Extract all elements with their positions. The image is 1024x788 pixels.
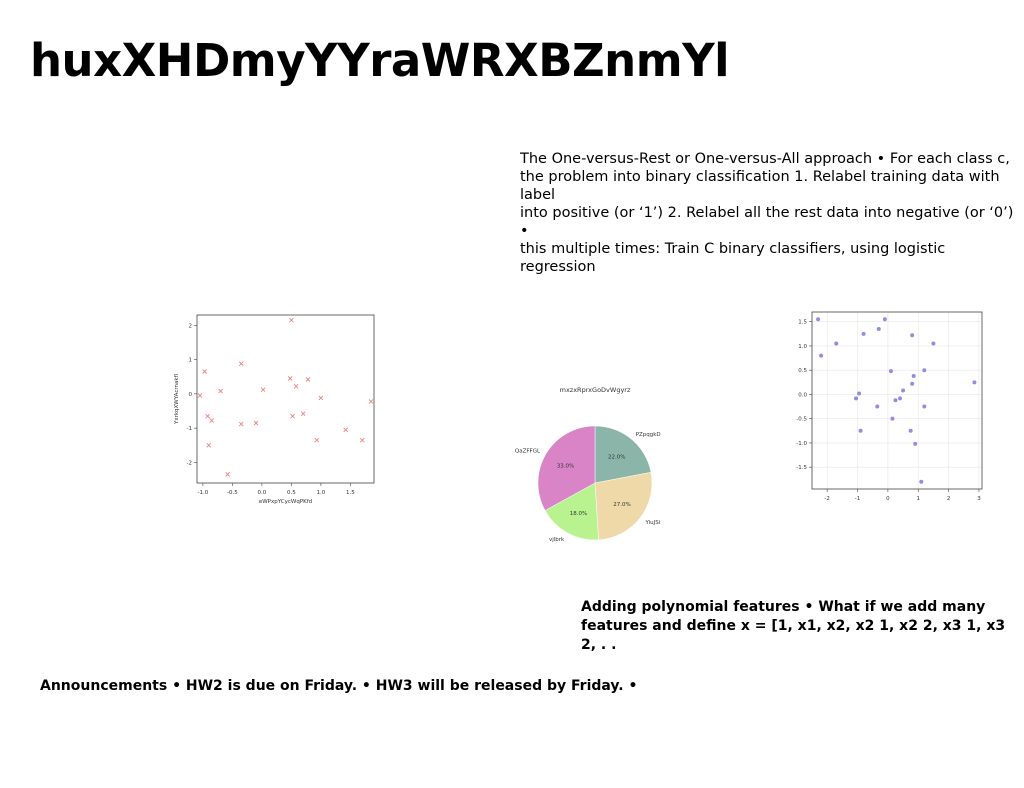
data-point	[919, 479, 924, 484]
pie-percent-label: 27.0%	[613, 502, 630, 508]
x-axis-label: eWPxpYCycWqPKfd	[259, 499, 312, 505]
pie-percent-label: 22.0%	[608, 455, 625, 461]
data-point	[910, 381, 915, 386]
data-point	[922, 368, 927, 373]
y-axis-label: YxrkqXWYAcrnakfl	[174, 374, 180, 425]
slide-title: huxXHDmyYYraWRXBZnmYl	[30, 34, 730, 87]
x-tick-label: 2	[947, 496, 951, 502]
description-paragraph: The One-versus-Rest or One-versus-All ap…	[520, 151, 1014, 275]
data-point	[287, 376, 293, 381]
x-tick-label: -1.0	[198, 490, 209, 496]
data-point	[819, 353, 824, 358]
data-point	[910, 333, 915, 338]
data-point	[293, 383, 299, 389]
data-point	[888, 369, 893, 374]
y-tick-label: 1.5	[798, 320, 807, 326]
x-tick-label: 3	[977, 496, 981, 502]
data-point	[305, 377, 311, 382]
x-tick-label: 0	[886, 496, 890, 502]
data-point	[206, 442, 212, 448]
data-point	[908, 428, 913, 433]
data-point	[197, 393, 203, 398]
y-tick-label: -1.0	[796, 441, 807, 447]
data-point	[913, 441, 918, 446]
y-tick-label: 1.0	[798, 344, 807, 350]
x-tick-label: -1	[855, 496, 860, 502]
pie-title: mxzxRprxGoDvWgyrz	[560, 386, 631, 394]
pie-percent-label: 33.0%	[557, 464, 574, 470]
data-point	[876, 326, 881, 331]
data-point	[854, 396, 859, 401]
data-point	[218, 388, 223, 394]
y-tick-label: -1	[187, 426, 192, 432]
x-tick-label: -0.5	[227, 490, 238, 496]
data-point	[857, 391, 862, 396]
data-point	[238, 361, 244, 367]
pie-slice-label: YiuJSi	[644, 520, 660, 526]
x-tick-label: 0.0	[258, 490, 267, 496]
x-tick-label: 1	[917, 496, 921, 502]
data-point	[922, 404, 927, 409]
data-point	[861, 331, 866, 336]
data-point	[290, 413, 295, 419]
data-point	[202, 369, 207, 374]
data-point	[225, 472, 230, 477]
y-tick-label: 0	[189, 392, 193, 398]
x-tick-label: 0.5	[287, 490, 296, 496]
polynomial-features-text: Adding polynomial features • What if we …	[581, 599, 1006, 653]
data-point	[209, 418, 215, 423]
data-point	[253, 420, 259, 426]
data-point	[343, 427, 348, 433]
y-tick-label: -1.5	[796, 465, 807, 471]
data-point	[816, 317, 821, 322]
data-point	[890, 416, 895, 421]
data-point	[314, 437, 320, 443]
data-point	[260, 387, 266, 393]
y-tick-label: -2	[187, 460, 192, 466]
pie-slice-label: QaZFFGL	[515, 449, 541, 455]
pie-slice-label: PZpqgkD	[636, 432, 661, 438]
scatter-chart-2: -2 -1 0 1 2 3 1.5 1.0 0.5 0.0 -0.5 -1.0 -1.5	[796, 311, 983, 502]
x-tick-label: 1.5	[346, 490, 355, 496]
data-point	[898, 396, 903, 401]
pie-percent-label: 18.0%	[570, 511, 587, 517]
y-tick-label: 0.0	[798, 392, 807, 398]
data-point	[368, 399, 374, 404]
pie-slice-label: vjlbrk	[549, 537, 565, 543]
y-tick-label: 1	[189, 358, 193, 364]
data-point	[318, 395, 324, 401]
data-point	[834, 341, 839, 346]
data-point	[858, 428, 863, 433]
data-point	[901, 388, 906, 393]
y-tick-label: -0.5	[796, 417, 807, 423]
data-point	[911, 374, 916, 379]
data-point	[300, 411, 306, 417]
data-point	[882, 317, 887, 322]
data-point	[972, 380, 977, 385]
y-tick-label: 2	[189, 323, 193, 329]
data-point	[205, 413, 210, 419]
data-point	[875, 404, 880, 409]
data-point	[359, 437, 365, 443]
pie-chart: mxzxRprxGoDvWgyrz 22.0% PZpqgkD 27.0% YiuJSi…	[515, 386, 661, 543]
data-point	[931, 341, 936, 346]
y-tick-label: 0.5	[798, 368, 807, 374]
x-tick-label: -2	[824, 496, 829, 502]
announcements-text: Announcements • HW2 is due on Friday. • …	[40, 678, 638, 694]
scatter-chart-1: -1.0 -0.5 0.0 0.5 1.0 1.5 2 1 0 -1 -2 eWPxpYCycWqPK…	[174, 314, 375, 505]
data-point	[893, 398, 898, 403]
plot-frame	[196, 314, 375, 484]
data-point	[289, 317, 294, 323]
x-tick-label: 1.0	[317, 490, 326, 496]
data-point	[238, 421, 244, 427]
